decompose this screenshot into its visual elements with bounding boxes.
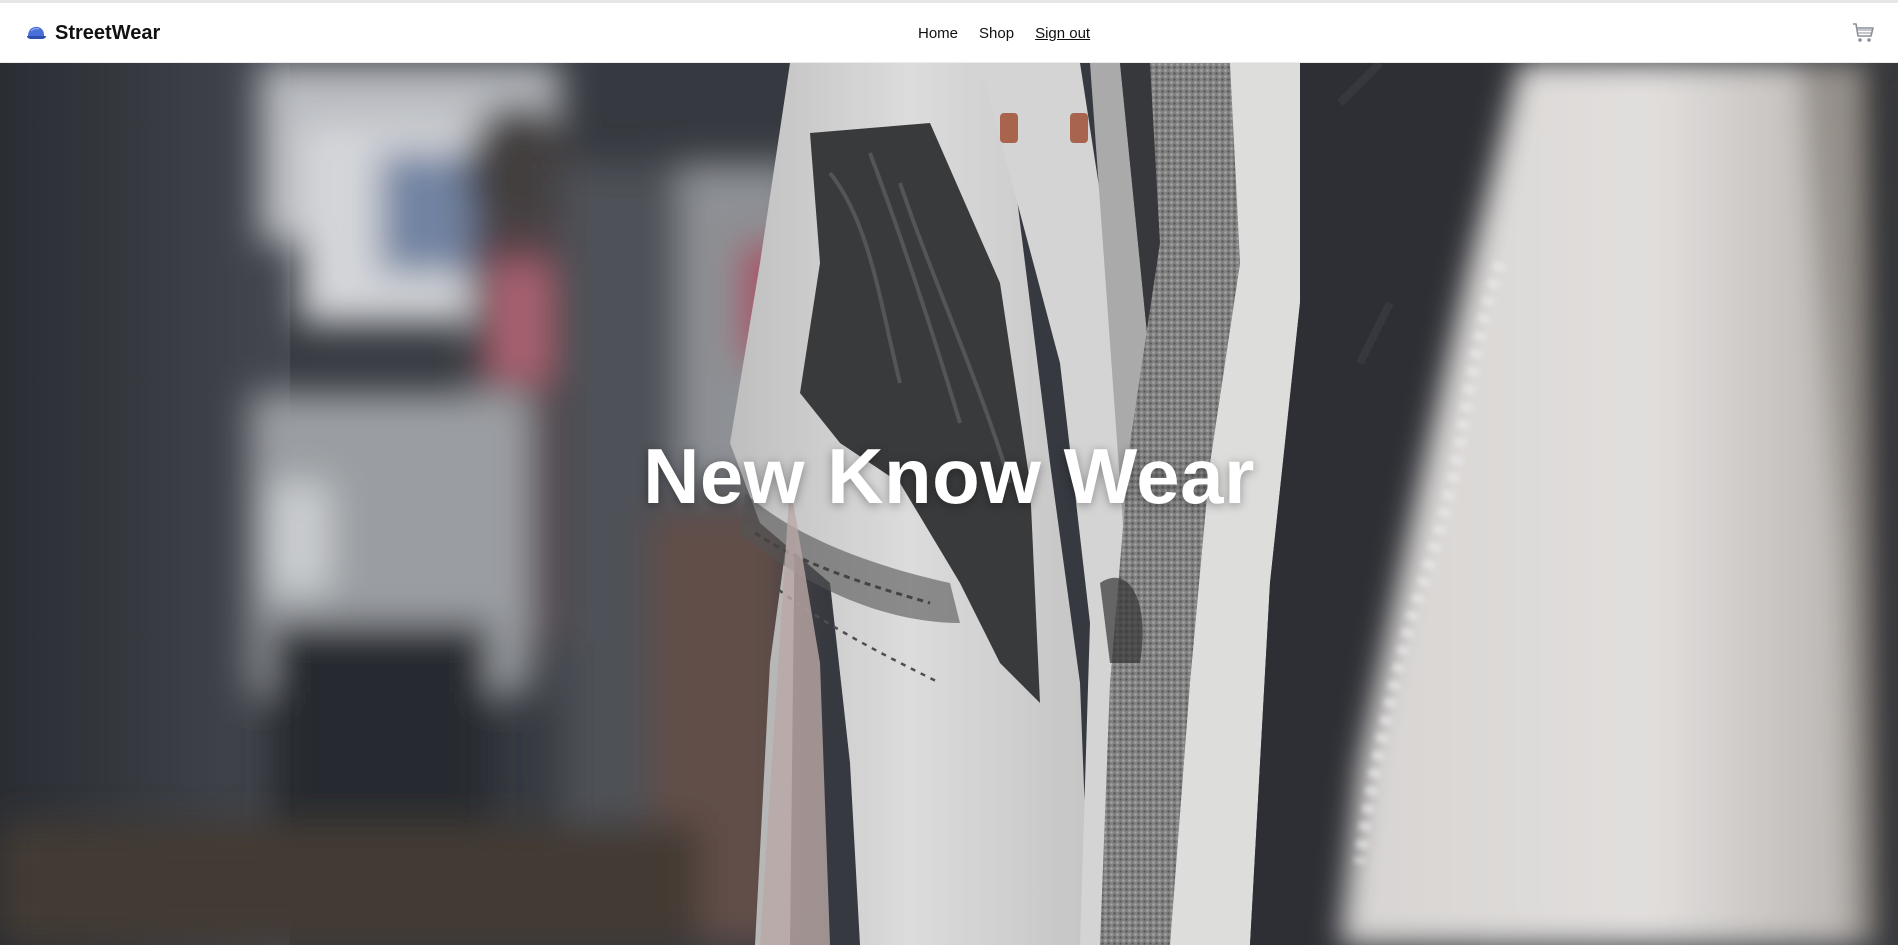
nav-sign-out-link[interactable]: Sign out [1035, 25, 1090, 42]
hero-title: New Know Wear [643, 432, 1255, 520]
cart-icon[interactable] [1852, 22, 1876, 44]
nav-home-link[interactable]: Home [918, 25, 958, 42]
hero-banner: New Know Wear [0, 63, 1898, 945]
brand-link[interactable]: StreetWear [25, 3, 160, 63]
navbar: StreetWear Home Shop Sign out [0, 3, 1898, 63]
nav-shop-link[interactable]: Shop [979, 25, 1014, 42]
brand-name: StreetWear [55, 21, 161, 44]
main-nav: Home Shop Sign out [918, 3, 1090, 63]
cap-icon [27, 26, 46, 39]
